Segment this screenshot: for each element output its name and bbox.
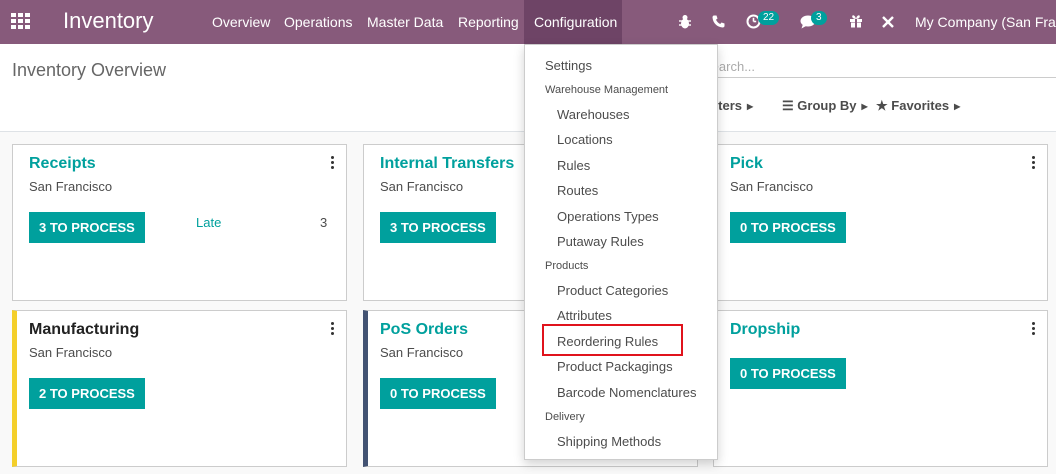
kebab-menu-icon[interactable]: [1032, 322, 1036, 336]
card-subtitle: San Francisco: [380, 179, 464, 194]
section-header-products: Products: [545, 260, 589, 272]
caret-right-icon: ▶: [861, 102, 868, 111]
card-title[interactable]: Dropship: [730, 321, 800, 339]
configuration-dropdown: Settings Warehouse Management Warehouses…: [524, 44, 718, 460]
menu-item-operations-types[interactable]: Operations Types: [525, 209, 717, 225]
section-header-warehouse: Warehouse Management: [545, 84, 669, 96]
menu-master-data[interactable]: Master Data: [357, 0, 453, 44]
app-title[interactable]: Inventory: [63, 8, 154, 34]
bug-icon[interactable]: [678, 14, 692, 30]
menu-item-attributes[interactable]: Attributes: [525, 308, 717, 324]
card-pick: Pick San Francisco 0 TO PROCESS: [713, 144, 1048, 301]
menu-item-warehouses[interactable]: Warehouses: [525, 107, 717, 123]
menu-item-settings[interactable]: Settings: [525, 58, 717, 74]
to-process-button[interactable]: 0 TO PROCESS: [730, 358, 846, 389]
kebab-menu-icon[interactable]: [1032, 156, 1036, 170]
caret-right-icon: ▶: [747, 102, 754, 111]
favorites-label: Favorites: [891, 98, 950, 113]
kebab-menu-icon[interactable]: [331, 322, 335, 336]
card-subtitle: San Francisco: [380, 345, 464, 360]
menu-item-putaway-rules[interactable]: Putaway Rules: [525, 234, 717, 250]
to-process-button[interactable]: 0 TO PROCESS: [380, 378, 496, 409]
menu-operations[interactable]: Operations: [274, 0, 362, 44]
messages-badge: 3: [811, 11, 827, 25]
card-title[interactable]: PoS Orders: [380, 321, 468, 339]
section-header-delivery: Delivery: [545, 411, 585, 423]
card-receipts: Receipts San Francisco 3 TO PROCESS Late…: [12, 144, 347, 301]
menu-overview[interactable]: Overview: [202, 0, 280, 44]
menu-item-product-packagings[interactable]: Product Packagings: [525, 359, 717, 375]
card-title[interactable]: Internal Transfers: [380, 155, 514, 173]
card-subtitle: San Francisco: [29, 179, 113, 194]
to-process-button[interactable]: 3 TO PROCESS: [29, 212, 145, 243]
gift-icon[interactable]: [849, 14, 863, 28]
caret-right-icon: ▶: [954, 102, 961, 111]
activity-badge: 22: [758, 11, 780, 25]
bars-icon: ☰: [782, 98, 794, 113]
group-by-label: Group By: [797, 98, 857, 113]
star-icon: ★: [876, 98, 888, 113]
card-title[interactable]: Receipts: [29, 155, 96, 173]
menu-item-rules[interactable]: Rules: [525, 158, 717, 174]
late-link[interactable]: Late: [196, 215, 221, 230]
favorites-button[interactable]: ★ Favorites ▶: [876, 98, 960, 114]
card-dropship: Dropship 0 TO PROCESS: [713, 310, 1048, 467]
menu-item-product-categories[interactable]: Product Categories: [525, 283, 717, 299]
to-process-button[interactable]: 3 TO PROCESS: [380, 212, 496, 243]
search-input[interactable]: [703, 56, 1056, 78]
late-count[interactable]: 3: [320, 215, 327, 230]
to-process-button[interactable]: 2 TO PROCESS: [29, 378, 145, 409]
menu-item-reordering-rules[interactable]: Reordering Rules: [525, 334, 717, 350]
menu-configuration[interactable]: Configuration: [524, 0, 622, 44]
to-process-button[interactable]: 0 TO PROCESS: [730, 212, 846, 243]
card-subtitle: San Francisco: [730, 179, 814, 194]
company-switcher[interactable]: My Company (San Francisco): [915, 0, 1056, 44]
menu-reporting[interactable]: Reporting: [448, 0, 529, 44]
card-title[interactable]: Pick: [730, 155, 763, 173]
menu-item-barcode-nomenclatures[interactable]: Barcode Nomenclatures: [525, 385, 717, 401]
group-by-button[interactable]: ☰ Group By ▶: [782, 98, 868, 114]
menu-item-shipping-methods[interactable]: Shipping Methods: [525, 434, 717, 450]
apps-menu-icon[interactable]: [11, 13, 31, 31]
card-subtitle: San Francisco: [29, 345, 113, 360]
menu-item-routes[interactable]: Routes: [525, 183, 717, 199]
card-manufacturing: Manufacturing San Francisco 2 TO PROCESS: [12, 310, 347, 467]
top-navbar: Inventory Overview Operations Master Dat…: [0, 0, 1056, 44]
tools-icon[interactable]: [881, 15, 895, 29]
kebab-menu-icon[interactable]: [331, 156, 335, 170]
menu-item-locations[interactable]: Locations: [525, 132, 717, 148]
card-title[interactable]: Manufacturing: [29, 321, 139, 339]
page-title: Inventory Overview: [12, 60, 167, 80]
phone-icon[interactable]: [712, 15, 725, 28]
